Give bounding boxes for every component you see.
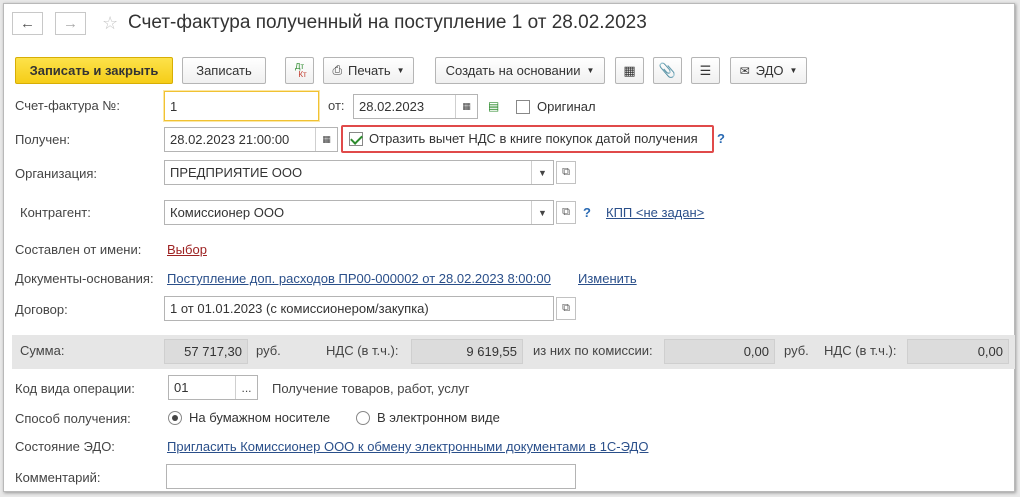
operation-code-input[interactable]: 01 ... [168, 375, 258, 400]
date-from-value: 28.02.2023 [359, 99, 425, 114]
radio-electronic[interactable] [356, 410, 370, 425]
document-window: ← → ☆ Счет-фактура полученный на поступл… [3, 3, 1015, 492]
comment-input[interactable] [166, 464, 576, 489]
favorite-star-icon[interactable]: ☆ [102, 13, 118, 34]
calendar-icon[interactable]: ▦ [455, 95, 477, 118]
change-base-documents-link[interactable]: Изменить [578, 271, 637, 286]
printer-icon: ⎙ [332, 63, 343, 77]
edo-label: ЭДО [755, 63, 784, 78]
sum-label: Сумма: [20, 343, 65, 358]
date-from-input[interactable]: 28.02.2023 ▦ [353, 94, 478, 119]
vat-deduction-label: Отразить вычет НДС в книге покупок датой… [369, 131, 698, 146]
operation-code-value: 01 [174, 380, 189, 395]
print-button[interactable]: ⎙ Печать ▼ [323, 57, 414, 84]
receipt-method-paper-radio[interactable]: На бумажном носителе [168, 410, 330, 425]
green-list-icon[interactable]: ▤ [488, 99, 499, 113]
currency-label: руб. [784, 343, 809, 358]
create-based-on-button[interactable]: Создать на основании ▼ [435, 57, 605, 84]
received-value: 28.02.2023 21:00:00 [170, 132, 290, 147]
original-checkbox-box[interactable] [516, 99, 530, 114]
open-link-icon: ⧉ [562, 166, 570, 178]
structure-button[interactable]: ▦ [615, 57, 644, 84]
currency-label: руб. [256, 343, 281, 358]
commission-vat-value: 0,00 [907, 339, 1009, 364]
edo-icon: ✉ [739, 63, 750, 78]
base-document-link[interactable]: Поступление доп. расходов ПР00-000002 от… [167, 271, 551, 286]
structure-icon: ▦ [623, 62, 636, 78]
vat-label: НДС (в т.ч.): [326, 343, 399, 358]
organization-value: ПРЕДПРИЯТИЕ ООО [170, 165, 303, 180]
organization-input[interactable]: ПРЕДПРИЯТИЕ ООО ▼ [164, 160, 554, 185]
print-label: Печать [348, 63, 391, 78]
commission-vat-label: НДС (в т.ч.): [824, 343, 897, 358]
open-organization-button[interactable]: ⧉ [556, 161, 576, 184]
original-checkbox[interactable]: Оригинал [516, 99, 596, 114]
paperclip-icon: 📎 [658, 62, 677, 78]
contract-input[interactable]: 1 от 01.01.2023 (с комиссионером/закупка… [164, 296, 554, 321]
original-label: Оригинал [537, 99, 596, 114]
operation-code-label: Код вида операции: [15, 381, 135, 396]
kpp-link[interactable]: КПП <не задан> [606, 205, 704, 220]
receipt-method-electronic-radio[interactable]: В электронном виде [356, 410, 500, 425]
back-button[interactable]: ← [12, 12, 43, 35]
composed-on-behalf-label: Составлен от имени: [15, 242, 142, 257]
operation-code-description: Получение товаров, работ, услуг [272, 381, 470, 396]
chevron-down-icon: ▼ [396, 66, 405, 75]
counterparty-label: Контрагент: [20, 205, 91, 220]
arrow-left-icon: ← [20, 15, 35, 32]
edo-invite-link[interactable]: Пригласить Комиссионер ООО к обмену элек… [167, 439, 648, 454]
save-and-close-button[interactable]: Записать и закрыть [15, 57, 173, 84]
document-list-icon: ☰ [699, 62, 712, 78]
kt-label: Кт [298, 69, 307, 79]
base-documents-label: Документы-основания: [15, 271, 154, 286]
chevron-down-icon: ▼ [789, 66, 798, 75]
received-input[interactable]: 28.02.2023 21:00:00 ▦ [164, 127, 338, 152]
save-button[interactable]: Записать [182, 57, 266, 84]
ellipsis-icon[interactable]: ... [235, 376, 257, 399]
receipt-method-label: Способ получения: [15, 411, 131, 426]
received-label: Получен: [15, 132, 71, 147]
commission-value: 0,00 [664, 339, 775, 364]
open-link-icon: ⧉ [562, 302, 570, 314]
invoice-number-input[interactable]: 1 [164, 91, 319, 121]
chevron-down-icon[interactable]: ▼ [531, 161, 553, 184]
arrow-right-icon: → [63, 15, 78, 32]
open-link-icon: ⧉ [562, 206, 570, 218]
receipt-method-electronic-label: В электронном виде [377, 410, 500, 425]
commission-label: из них по комиссии: [533, 343, 653, 358]
forward-button[interactable]: → [55, 12, 86, 35]
counterparty-input[interactable]: Комиссионер ООО ▼ [164, 200, 554, 225]
contract-label: Договор: [15, 302, 68, 317]
vat-deduction-checkbox[interactable]: Отразить вычет НДС в книге покупок датой… [349, 131, 698, 146]
open-counterparty-button[interactable]: ⧉ [556, 201, 576, 224]
radio-paper[interactable] [168, 410, 182, 425]
comment-label: Комментарий: [15, 470, 101, 485]
vat-value: 9 619,55 [411, 339, 523, 364]
date-from-label: от: [328, 98, 345, 113]
edo-button[interactable]: ✉ ЭДО ▼ [730, 57, 807, 84]
attach-button[interactable]: 📎 [653, 57, 682, 84]
page-title: Счет-фактура полученный на поступление 1… [128, 12, 647, 33]
report-button[interactable]: ☰ [691, 57, 720, 84]
dt-kt-button[interactable]: Дт Кт [285, 57, 314, 84]
composed-on-behalf-link[interactable]: Выбор [167, 242, 207, 257]
chevron-down-icon: ▼ [586, 66, 595, 75]
vat-deduction-checkbox-box[interactable] [349, 131, 363, 146]
invoice-number-label: Счет-фактура №: [15, 98, 120, 113]
open-contract-button[interactable]: ⧉ [556, 297, 576, 320]
chevron-down-icon[interactable]: ▼ [531, 201, 553, 224]
calendar-icon[interactable]: ▦ [315, 128, 337, 151]
sum-value: 57 717,30 [164, 339, 248, 364]
create-based-label: Создать на основании [445, 63, 581, 78]
help-question-icon[interactable]: ? [717, 131, 725, 146]
edo-state-label: Состояние ЭДО: [15, 439, 115, 454]
counterparty-value: Комиссионер ООО [170, 205, 285, 220]
organization-label: Организация: [15, 166, 98, 181]
receipt-method-paper-label: На бумажном носителе [189, 410, 331, 425]
help-question-icon[interactable]: ? [583, 205, 591, 220]
